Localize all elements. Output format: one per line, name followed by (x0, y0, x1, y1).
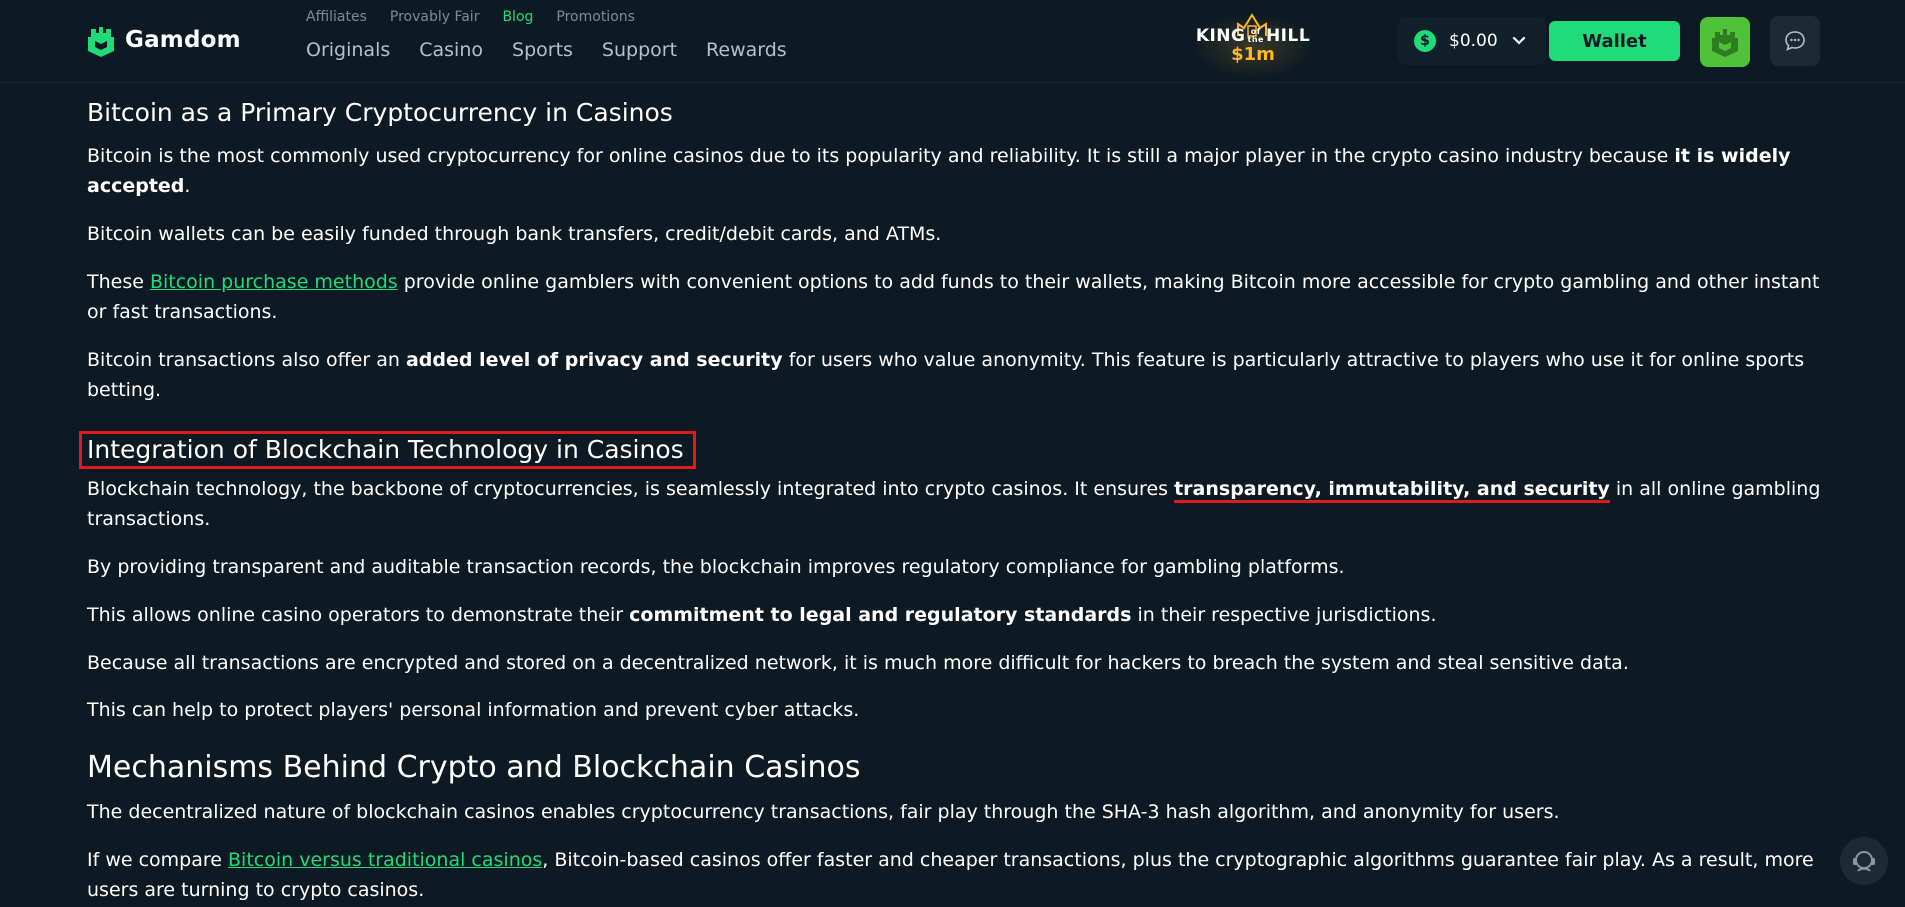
primary-nav: Originals Casino Sports Support Rewards (306, 39, 816, 61)
link-bitcoin-purchase-methods[interactable]: Bitcoin purchase methods (150, 271, 398, 293)
nav-link-sports[interactable]: Sports (512, 39, 573, 61)
paragraph: Bitcoin wallets can be easily funded thr… (87, 223, 942, 245)
paragraph-text: . (184, 175, 191, 197)
nav-link-promotions[interactable]: Promotions (556, 9, 635, 25)
nav-link-originals[interactable]: Originals (306, 39, 390, 61)
link-bitcoin-versus-traditional-casinos[interactable]: Bitcoin versus traditional casinos (228, 849, 542, 871)
paragraph-text: in their respective jurisdictions. (1131, 604, 1437, 626)
bold-text: commitment to legal and regulatory stand… (629, 604, 1132, 626)
chat-icon (1785, 31, 1805, 51)
paragraph: By providing transparent and auditable t… (87, 556, 1345, 578)
promo-prize: $1m (1231, 43, 1275, 65)
blog-article: Bitcoin as a Primary Cryptocurrency in C… (79, 83, 1827, 905)
section-heading-blockchain: Integration of Blockchain Technology in … (79, 431, 1827, 469)
top-header: Gamdom Affiliates Provably Fair Blog Pro… (0, 0, 1905, 83)
underlined-bold-text: transparency, immutability, and security (1174, 478, 1610, 500)
user-avatar[interactable] (1700, 17, 1750, 67)
nav-link-blog[interactable]: Blog (502, 9, 533, 25)
chevron-down-icon[interactable] (1512, 36, 1526, 46)
balance-amount: $0.00 (1449, 31, 1498, 51)
gamdom-logo-icon (88, 27, 114, 57)
logo-text: Gamdom (125, 27, 241, 53)
bold-text: added level of privacy and security (405, 349, 783, 371)
promo-title: KING of the HILL (1196, 26, 1310, 46)
support-chat-button[interactable] (1840, 837, 1888, 885)
promo-title-of-the: of the (1247, 27, 1264, 44)
nav-link-support[interactable]: Support (602, 39, 677, 61)
chat-button[interactable] (1770, 16, 1820, 66)
paragraph: Blockchain technology, the backbone of c… (87, 474, 1827, 534)
paragraph-text: These (87, 271, 150, 293)
secondary-nav: Affiliates Provably Fair Blog Promotions (306, 9, 658, 25)
paragraph: Because all transactions are encrypted a… (87, 652, 1629, 674)
paragraph-text: If we compare (87, 849, 229, 871)
promo-title-the: the (1247, 34, 1264, 44)
section-heading-bitcoin: Bitcoin as a Primary Cryptocurrency in C… (87, 98, 673, 127)
promo-title-king: KING (1195, 25, 1246, 46)
promo-title-hill: HILL (1265, 25, 1311, 46)
paragraph: This can help to protect players' person… (87, 699, 860, 721)
paragraph: Bitcoin transactions also offer an added… (87, 345, 1827, 405)
paragraph-text: Bitcoin is the most commonly used crypto… (87, 145, 1675, 167)
balance-selector[interactable]: $ $0.00 (1398, 17, 1546, 65)
nav-link-affiliates[interactable]: Affiliates (306, 9, 367, 25)
nav-link-casino[interactable]: Casino (419, 39, 483, 61)
paragraph: The decentralized nature of blockchain c… (87, 801, 1560, 823)
paragraph: These Bitcoin purchase methods provide o… (87, 267, 1827, 327)
paragraph: If we compare Bitcoin versus traditional… (87, 845, 1827, 905)
king-of-the-hill-promo[interactable]: KING of the HILL $1m (1183, 8, 1323, 80)
user-avatar-icon (1712, 29, 1738, 57)
paragraph-text: This allows online casino operators to d… (87, 604, 630, 626)
paragraph: This allows online casino operators to d… (87, 600, 1827, 630)
nav-link-provably-fair[interactable]: Provably Fair (390, 9, 480, 25)
gamdom-logo[interactable]: Gamdom (87, 22, 241, 58)
section-heading-mechanisms: Mechanisms Behind Crypto and Blockchain … (87, 750, 861, 785)
paragraph: Bitcoin is the most commonly used crypto… (87, 141, 1827, 201)
paragraph-text: Bitcoin transactions also offer an (87, 349, 406, 371)
highlighted-heading: Integration of Blockchain Technology in … (79, 431, 696, 469)
wallet-button[interactable]: Wallet (1549, 21, 1680, 61)
support-agent-icon (1853, 851, 1875, 872)
nav-link-rewards[interactable]: Rewards (706, 39, 787, 61)
dollar-coin-icon: $ (1414, 30, 1436, 52)
paragraph-text: Blockchain technology, the backbone of c… (87, 478, 1175, 500)
